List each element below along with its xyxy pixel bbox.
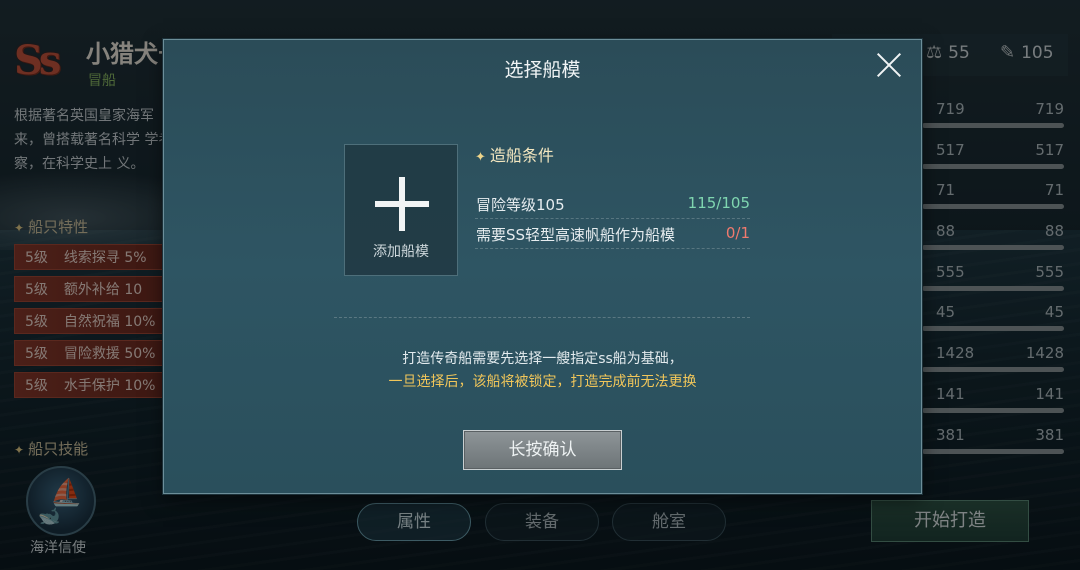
star-icon: ✦ (475, 150, 486, 165)
conditions-title-text: 造船条件 (489, 146, 554, 165)
condition-label: 需要SS轻型高速帆船作为船模 (476, 226, 676, 244)
add-model-slot[interactable]: 添加船模 (344, 144, 458, 276)
close-icon[interactable] (872, 48, 906, 82)
dialog-header: 选择船模 (164, 40, 921, 95)
select-model-dialog: 选择船模 添加船模 ✦ 造船条件 冒险等级105 115/105 需要SS轻型高速… (163, 39, 922, 494)
condition-row: 冒险等级105 115/105 (475, 189, 750, 219)
add-model-label: 添加船模 (373, 244, 429, 260)
divider (334, 317, 750, 318)
condition-value: 115/105 (687, 194, 750, 212)
condition-row: 需要SS轻型高速帆船作为船模 0/1 (475, 219, 750, 249)
conditions-title: ✦ 造船条件 (475, 142, 554, 166)
plus-icon (375, 201, 429, 207)
long-press-confirm-button[interactable]: 长按确认 (463, 430, 622, 470)
warning-text: 一旦选择后，该船将被锁定，打造完成前无法更换 (388, 374, 697, 390)
dialog-title: 选择船模 (504, 59, 581, 81)
condition-value: 0/1 (725, 224, 750, 242)
condition-label: 冒险等级105 (476, 196, 565, 214)
instruction-text: 打造传奇船需要先选择一艘指定ss船为基础， (402, 351, 683, 367)
